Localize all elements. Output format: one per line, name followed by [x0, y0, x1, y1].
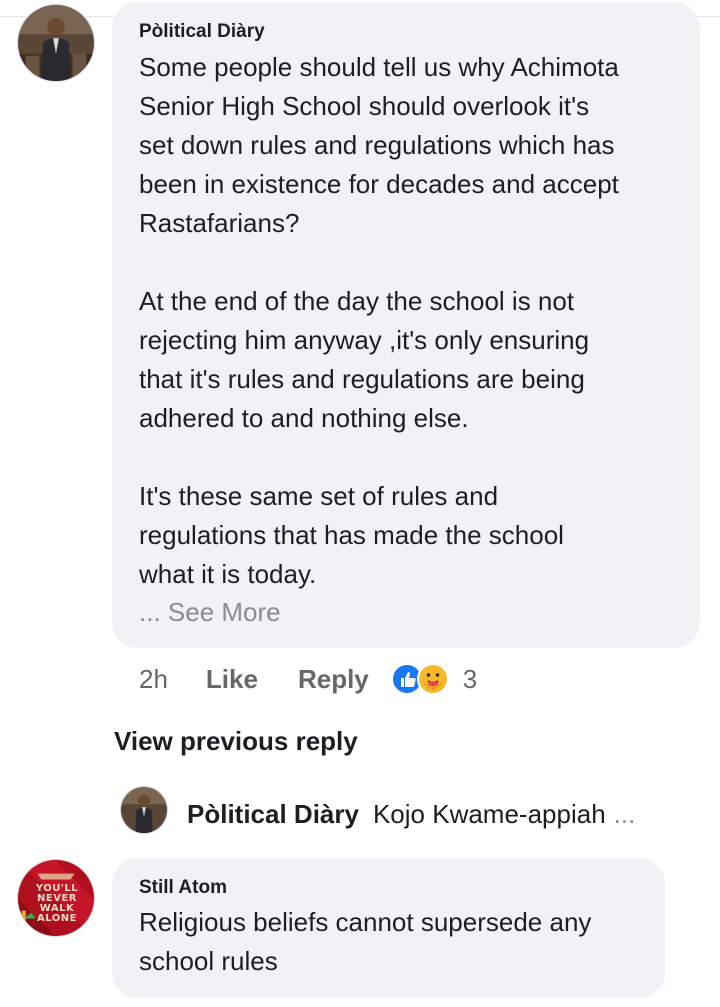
comment-line: school rules — [139, 946, 278, 976]
comment-line: adhered to and nothing else. — [139, 403, 469, 433]
reactions-summary[interactable]: 3 — [390, 663, 478, 695]
comment-author[interactable]: Still Atom — [139, 877, 227, 899]
political-diary-avatar[interactable] — [17, 4, 95, 82]
care-icon — [416, 663, 449, 695]
reply-ellipsis: ... — [613, 798, 636, 829]
comment-line: Religious beliefs cannot supersede any — [139, 907, 592, 937]
reply-button[interactable]: Reply — [298, 664, 369, 695]
collapsed-reply[interactable]: Pòlitical Diàry Kojo Kwame-appiah ... — [187, 789, 635, 839]
person-in-suit-image — [18, 5, 94, 81]
still-atom-avatar[interactable]: YOU'LL NEVER WALK ALONE — [17, 859, 95, 937]
comment-line: At the end of the day the school is not — [139, 286, 575, 316]
comment-timestamp[interactable]: 2h — [139, 664, 168, 695]
comment-line: rejecting him anyway ,it's only ensuring — [139, 325, 590, 355]
reaction-count: 3 — [462, 663, 478, 694]
view-previous-reply-link[interactable]: View previous reply — [114, 726, 358, 757]
comment-line: set down rules and regulations which has — [139, 130, 615, 160]
comment-line: what it is today. — [139, 559, 317, 589]
like-button[interactable]: Like — [206, 664, 258, 695]
comment-line: Some people should tell us why Achimota — [139, 52, 619, 82]
avatar-overlay-text: YOU'LL NEVER WALK ALONE — [35, 883, 79, 924]
reply-author[interactable]: Pòlitical Diàry — [187, 799, 359, 830]
comment-line: Senior High School should overlook it's — [139, 91, 590, 121]
person-in-suit-image — [121, 787, 167, 833]
see-more-link[interactable]: ... See More — [139, 597, 281, 628]
comment-line: It's these same set of rules and — [139, 481, 499, 511]
comment-line: Rastafarians? — [139, 208, 300, 238]
reply-author-avatar[interactable] — [120, 786, 168, 834]
comment-line: been in existence for decades and accept — [139, 169, 619, 199]
comment-line: regulations that has made the school — [139, 520, 564, 550]
reply-snippet: Kojo Kwame-appiah — [372, 798, 606, 829]
comment-author[interactable]: Pòlitical Diàry — [139, 21, 265, 43]
comment-actions: 2h Like Reply 3 — [139, 661, 477, 697]
comment-line: that it's rules and regulations are bein… — [139, 364, 585, 394]
